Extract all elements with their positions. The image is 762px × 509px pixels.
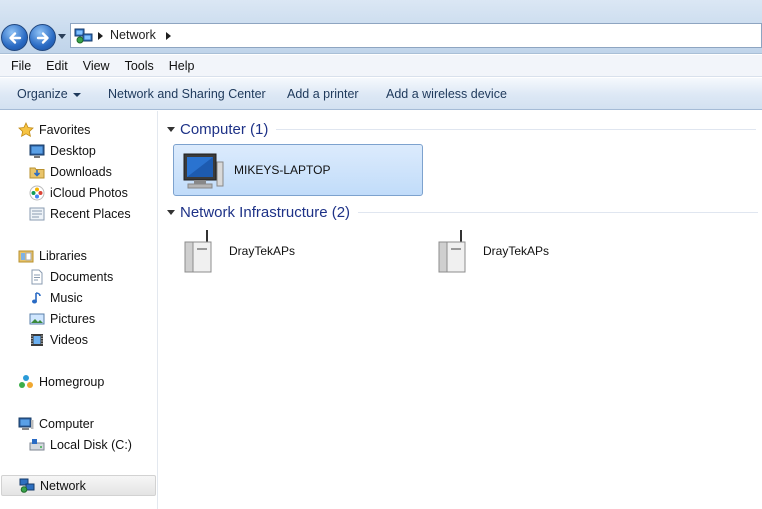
group-title: Computer (1) <box>180 120 269 138</box>
homegroup-icon <box>19 374 33 388</box>
nav-item-icloud-photos[interactable]: iCloud Photos <box>29 182 128 203</box>
nav-favorites-label: Favorites <box>39 122 91 137</box>
menu-bar: File Edit View Tools Help <box>0 55 762 77</box>
network-icon <box>19 478 35 493</box>
pictures-icon <box>29 313 45 324</box>
nav-network-label: Network <box>40 478 86 493</box>
command-bar: Organize Network and Sharing Center Add … <box>0 78 762 110</box>
computer-monitor-icon <box>183 153 224 189</box>
local-disk-icon <box>29 438 45 450</box>
collapse-arrow-icon[interactable] <box>167 126 175 132</box>
group-title: Network Infrastructure (2) <box>180 203 351 221</box>
breadcrumb-network[interactable]: Network <box>110 28 156 42</box>
nav-homegroup-label: Homegroup <box>39 374 105 389</box>
collapse-arrow-icon[interactable] <box>167 209 175 215</box>
group-header-network-infrastructure[interactable]: Network Infrastructure (2) <box>167 203 762 221</box>
organize-button[interactable]: Organize <box>17 87 81 101</box>
nav-item-downloads[interactable]: Downloads <box>29 161 112 182</box>
nav-item-recent-places[interactable]: Recent Places <box>29 203 131 224</box>
add-printer-button[interactable]: Add a printer <box>287 87 359 101</box>
recent-pages-dropdown[interactable] <box>58 34 66 39</box>
network-icon <box>74 28 93 44</box>
music-note-icon <box>32 291 41 303</box>
device-name: DrayTekAPs <box>229 244 296 258</box>
address-path-box[interactable]: Network <box>70 23 762 48</box>
nav-item-label: Pictures <box>50 311 96 326</box>
icloud-photos-icon <box>29 185 45 200</box>
menu-tools[interactable]: Tools <box>125 59 154 73</box>
device-name: DrayTekAPs <box>483 244 550 258</box>
organize-label: Organize <box>17 87 68 101</box>
documents-icon <box>31 269 43 284</box>
nav-item-label: Local Disk (C:) <box>50 437 132 452</box>
nav-computer-label: Computer <box>39 416 94 431</box>
wireless-access-point-icon <box>438 230 466 273</box>
forward-button[interactable] <box>29 24 56 51</box>
computer-tile-mikeys-laptop[interactable]: MIKEYS-LAPTOP <box>173 144 423 196</box>
breadcrumb-chevron-icon[interactable] <box>166 32 171 40</box>
menu-edit[interactable]: Edit <box>46 59 68 73</box>
menu-view[interactable]: View <box>83 59 110 73</box>
nav-item-label: iCloud Photos <box>50 185 128 200</box>
nav-item-label: Videos <box>50 332 88 347</box>
back-button[interactable] <box>1 24 28 51</box>
menu-file[interactable]: File <box>11 59 31 73</box>
nav-item-label: Desktop <box>50 143 96 158</box>
nav-item-label: Recent Places <box>50 206 131 221</box>
content-pane: Computer (1) MIKEYS-LAPTOP Network Infra… <box>159 111 762 509</box>
nav-item-videos[interactable]: Videos <box>29 329 88 350</box>
wireless-access-point-icon <box>184 230 212 273</box>
computer-icon <box>18 417 34 430</box>
network-device-tile[interactable]: DrayTekAPs <box>177 227 377 275</box>
address-bar: Network <box>0 0 762 54</box>
network-sharing-center-button[interactable]: Network and Sharing Center <box>108 87 266 101</box>
nav-item-pictures[interactable]: Pictures <box>29 308 95 329</box>
arrow-right-icon <box>36 31 49 44</box>
breadcrumb-separator-icon[interactable] <box>98 32 103 40</box>
nav-libraries[interactable]: Libraries <box>18 245 87 266</box>
nav-computer[interactable]: Computer <box>18 413 94 434</box>
navigation-pane: Favorites Desktop Downloads iCloud Photo… <box>0 111 158 509</box>
group-divider <box>358 211 759 213</box>
nav-network[interactable]: Network <box>1 475 156 496</box>
dropdown-arrow-icon <box>72 92 81 97</box>
menu-help[interactable]: Help <box>169 59 195 73</box>
libraries-icon <box>18 250 34 262</box>
nav-favorites[interactable]: Favorites <box>18 119 90 140</box>
nav-item-label: Documents <box>50 269 114 284</box>
network-device-tile[interactable]: DrayTekAPs <box>431 227 631 275</box>
nav-libraries-label: Libraries <box>39 248 87 263</box>
desktop-icon <box>29 144 45 158</box>
nav-item-music[interactable]: Music <box>29 287 83 308</box>
star-icon <box>18 121 34 137</box>
group-divider <box>276 128 757 130</box>
computer-name: MIKEYS-LAPTOP <box>234 163 331 177</box>
nav-item-documents[interactable]: Documents <box>29 266 113 287</box>
nav-item-label: Music <box>50 290 83 305</box>
add-wireless-device-button[interactable]: Add a wireless device <box>386 87 507 101</box>
group-header-computer[interactable]: Computer (1) <box>167 120 762 138</box>
arrow-left-icon <box>8 31 21 44</box>
recent-places-icon <box>29 207 45 220</box>
nav-homegroup[interactable]: Homegroup <box>18 371 104 392</box>
nav-item-label: Downloads <box>50 164 112 179</box>
downloads-folder-icon <box>29 167 45 178</box>
nav-item-local-disk[interactable]: Local Disk (C:) <box>29 434 132 455</box>
nav-item-desktop[interactable]: Desktop <box>29 140 96 161</box>
video-film-icon <box>31 333 43 346</box>
